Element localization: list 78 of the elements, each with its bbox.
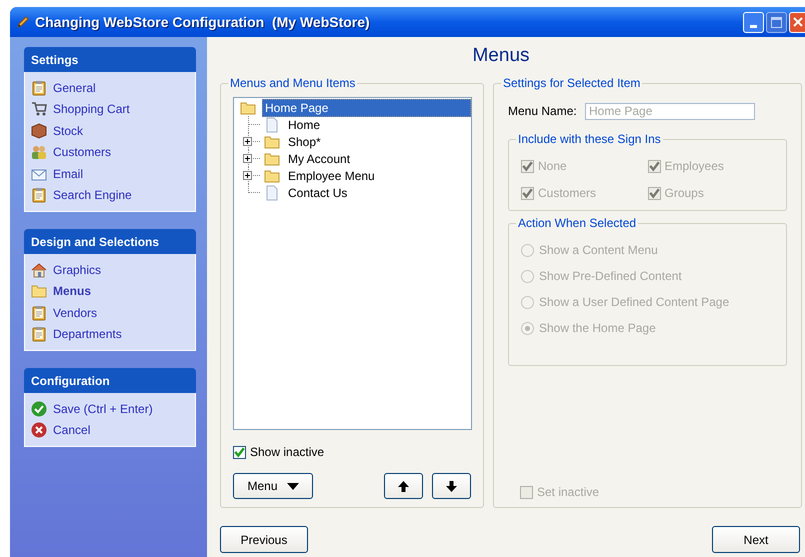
sidebar-link[interactable]: Email [53,164,84,183]
group-title: Include with these Sign Ins [516,131,663,147]
group-title: Settings for Selected Item [501,75,642,91]
checkbox-label: Customers [538,185,596,202]
document-icon [265,184,279,200]
menu-dropdown-button[interactable]: Menu [233,473,313,499]
tree-item[interactable]: My Account [286,150,352,166]
clipboard-icon [31,304,47,321]
sidebar-link[interactable]: Graphics [53,260,102,279]
expand-toggle[interactable] [243,171,252,180]
sidebar-link[interactable]: Shopping Cart [53,100,130,118]
sidebar-link[interactable]: General [53,78,96,97]
sidebar-link[interactable]: Search Engine [53,186,132,204]
window-title: Changing WebStore Configuration (My WebStore) [35,12,370,32]
pencil-icon [16,15,30,29]
plus-icon [245,156,250,161]
sidebar-link[interactable]: Stock [53,122,84,140]
checkbox-label: None [538,158,567,175]
checkbox-label: Set inactive [537,484,600,501]
checkbox-label: Show inactive [250,444,324,461]
expand-toggle[interactable] [243,137,252,146]
radio-label: Show the Home Page [539,320,656,337]
field-label: Menu Name: [508,103,578,120]
folder-icon [31,283,47,300]
document-icon [265,116,279,132]
people-icon [31,144,47,160]
checkmark-icon [31,400,47,417]
box-icon [31,122,47,139]
sidebar-link[interactable]: Save (Ctrl + Enter) [53,400,153,418]
folder-icon [264,134,280,150]
checkbox[interactable] [233,446,246,458]
house-icon [31,262,47,278]
next-button[interactable]: Next [712,526,800,553]
sidebar-link[interactable]: Cancel [53,421,90,440]
tree-item[interactable]: Shop* [286,134,323,150]
move-up-button[interactable] [384,473,423,499]
expand-toggle[interactable] [243,154,252,163]
tree-item[interactable]: Home Page [262,98,471,116]
close-icon [792,16,804,28]
check-icon [648,188,660,198]
clipboard-icon [31,80,47,96]
radio-label: Show a Content Menu [539,242,658,259]
check-icon [522,188,533,198]
previous-button[interactable]: Previous [220,526,308,553]
sidebar-section-header: Configuration [24,368,196,393]
folder-icon [240,100,256,116]
check-icon [648,160,660,172]
sidebar-link[interactable]: Menus [53,282,92,300]
radio-label: Show Pre-Defined Content [539,268,682,285]
cancel-icon [31,422,47,438]
maximize-button[interactable] [766,12,787,32]
check-icon [234,446,245,458]
sidebar-link[interactable]: Customers [53,143,112,162]
check-icon [522,160,533,172]
plus-icon [245,139,250,144]
minimize-button[interactable] [743,12,764,32]
move-down-button[interactable] [432,473,471,499]
plus-icon [245,173,250,178]
arrow-up-icon [398,480,409,492]
sidebar-section-header: Settings [24,47,196,72]
folder-icon [264,150,280,166]
checkbox-label: Employees [664,158,724,175]
tree-item[interactable]: Home [286,116,322,132]
sidebar-link[interactable]: Vendors [53,304,98,322]
page-title: Menus [471,45,531,67]
sidebar-section-header: Design and Selections [24,229,196,254]
caret-icon [286,482,299,490]
shopping-cart-icon [31,101,47,118]
arrow-down-icon [446,480,457,492]
tree-item[interactable]: Contact Us [286,184,350,200]
checkbox-label: Groups [664,185,704,202]
sidebar-link[interactable]: Departments [53,325,122,344]
tree-item[interactable]: Employee Menu [286,168,377,184]
close-button[interactable] [789,12,805,32]
folder-icon [264,168,280,184]
radio-label: Show a User Defined Content Page [539,294,730,311]
clipboard-icon [31,326,47,342]
clipboard-icon [31,187,47,204]
